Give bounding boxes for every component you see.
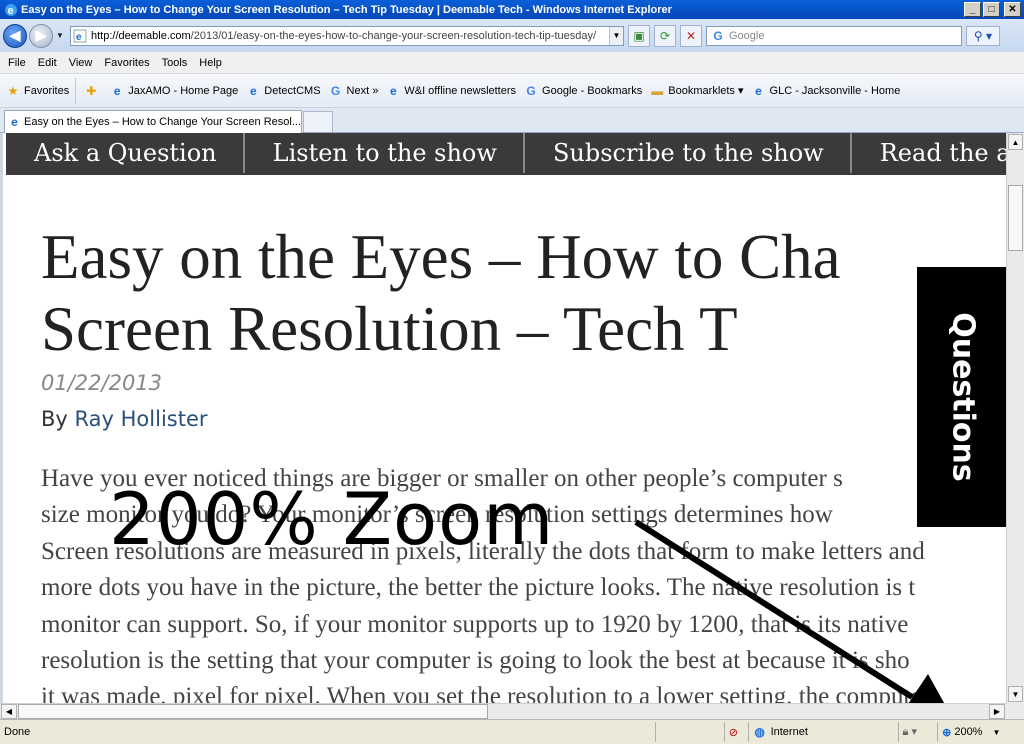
nav-listen[interactable]: Listen to the show [245, 133, 525, 173]
menu-help[interactable]: Help [199, 57, 222, 69]
ie-page-icon: e [249, 83, 257, 98]
nav-read-articles[interactable]: Read the articles [852, 133, 1006, 173]
refresh-icon[interactable]: ⟳ [654, 24, 676, 47]
zoom-annotation-text: 200% Zoom [109, 477, 555, 561]
horizontal-scrollbar[interactable]: ◀ ▶ [0, 703, 1006, 719]
google-icon: G [713, 28, 723, 43]
back-button[interactable]: ◀ [3, 23, 27, 48]
article-date: 01/22/2013 [41, 371, 163, 395]
add-favorite-button[interactable]: ✚ [84, 84, 102, 98]
popup-blocker-icon[interactable]: ⊘ [723, 722, 748, 742]
maximize-button[interactable]: □ [983, 2, 1000, 17]
favorite-item[interactable]: e W&I offline newsletters [386, 84, 516, 98]
address-dropdown-icon[interactable]: ▼ [609, 26, 623, 45]
menu-favorites[interactable]: Favorites [104, 57, 149, 69]
status-blank-cell [654, 722, 724, 742]
favorite-item[interactable]: e DetectCMS [246, 83, 321, 98]
tab-bar: e Easy on the Eyes – How to Change Your … [0, 108, 1024, 133]
status-text: Done [4, 726, 31, 738]
page-icon: e [73, 29, 87, 43]
window-title-bar: e Easy on the Eyes – How to Change Your … [0, 0, 1024, 19]
favorite-item[interactable]: e JaxAMO - Home Page [110, 84, 238, 98]
menu-edit[interactable]: Edit [38, 57, 57, 69]
google-icon: G [330, 83, 341, 98]
search-button[interactable]: ⚲ ▾ [966, 25, 1000, 46]
body-line: more dots you have in the picture, the b… [41, 574, 916, 602]
favorites-bar: ★ Favorites ✚ e JaxAMO - Home Page e Detec… [0, 74, 1024, 108]
star-icon: ★ [7, 83, 19, 98]
menu-bar: File Edit View Favorites Tools Help [0, 52, 1024, 74]
favorites-button[interactable]: ★ Favorites [0, 77, 77, 104]
body-line: monitor can support. So, if your monitor… [41, 610, 909, 638]
ie-page-icon: e [390, 83, 397, 98]
zoom-level-button[interactable]: ⊕ 200% ▼ [937, 722, 1024, 742]
scroll-right-icon[interactable]: ▶ [989, 704, 1005, 719]
search-icon: ⚲ [973, 28, 983, 43]
address-toolbar: ◀ ▶ ▼ e http://deemable.com/2013/01/easy… [0, 19, 1024, 52]
stop-icon[interactable]: ✕ [680, 24, 702, 47]
menu-tools[interactable]: Tools [162, 57, 188, 69]
article-title: Easy on the Eyes – How to Cha Screen Res… [41, 222, 841, 364]
scroll-corner [1006, 703, 1024, 719]
favorite-folder[interactable]: ▬ Bookmarklets ▾ [650, 84, 743, 98]
status-bar: Done ⊘ ◍ Internet 🔒︎ ▾ ⊕ 200% ▼ [0, 719, 1024, 744]
window-title: Easy on the Eyes – How to Change Your Sc… [21, 3, 672, 16]
vertical-scrollbar[interactable]: ▲ ▼ [1006, 133, 1024, 703]
tab-active[interactable]: e Easy on the Eyes – How to Change Your … [4, 110, 302, 133]
body-line: it was made, pixel for pixel. When you s… [41, 683, 922, 703]
favorite-item[interactable]: e GLC - Jacksonville - Home [752, 83, 900, 98]
minimize-button[interactable]: _ [964, 2, 981, 17]
favorite-item[interactable]: G Next » [329, 83, 378, 98]
add-favorite-icon: ✚ [86, 83, 97, 98]
forward-button[interactable]: ▶ [29, 23, 53, 48]
search-box[interactable]: G Google [706, 25, 962, 46]
horizontal-scroll-thumb[interactable] [18, 704, 488, 719]
favorite-item[interactable]: G Google - Bookmarks [524, 84, 642, 98]
protected-mode-icon[interactable]: 🔒︎ ▾ [897, 722, 938, 742]
zoom-icon: ⊕ [942, 726, 952, 739]
favorites-label: Favorites [24, 84, 70, 97]
folder-icon: ▬ [651, 83, 664, 98]
scroll-up-icon[interactable]: ▲ [1008, 134, 1023, 150]
author-link[interactable]: Ray Hollister [75, 407, 208, 431]
body-line: resolution is the setting that your comp… [41, 647, 910, 675]
vertical-scroll-thumb[interactable] [1008, 185, 1023, 251]
ie-page-icon: e [755, 83, 762, 98]
article-byline: By Ray Hollister [41, 407, 208, 431]
ie-page-icon: e [11, 115, 18, 129]
tab-label: Easy on the Eyes – How to Change Your Sc… [24, 116, 301, 128]
nav-subscribe[interactable]: Subscribe to the show [525, 133, 852, 173]
search-placeholder: Google [729, 29, 765, 42]
globe-icon: ◍ [754, 725, 765, 739]
ie-page-icon: e [113, 83, 121, 98]
scroll-down-icon[interactable]: ▼ [1008, 686, 1023, 702]
google-icon: G [526, 83, 536, 98]
address-url[interactable]: http://deemable.com/2013/01/easy-on-the-… [91, 30, 609, 42]
svg-text:e: e [8, 5, 14, 17]
site-nav: Ask a Question Listen to the show Subscr… [6, 133, 1006, 175]
security-zone[interactable]: ◍ Internet [747, 722, 898, 742]
address-bar[interactable]: e http://deemable.com/2013/01/easy-on-th… [70, 25, 624, 46]
new-tab-button[interactable] [303, 111, 333, 132]
svg-text:e: e [76, 32, 82, 43]
menu-view[interactable]: View [69, 57, 93, 69]
questions-side-tab[interactable]: Questions [917, 267, 1006, 527]
menu-file[interactable]: File [8, 57, 26, 69]
zoom-dropdown-icon[interactable]: ▼ [992, 728, 1000, 737]
close-button[interactable]: ✕ [1004, 2, 1021, 17]
nav-ask-question[interactable]: Ask a Question [6, 133, 245, 173]
page-viewport: Ask a Question Listen to the show Subscr… [0, 133, 1006, 703]
history-dropdown-icon[interactable]: ▼ [54, 31, 66, 40]
scroll-left-icon[interactable]: ◀ [1, 704, 17, 719]
compatibility-view-icon[interactable]: ▣ [628, 24, 650, 47]
ie-logo-icon: e [5, 3, 17, 17]
